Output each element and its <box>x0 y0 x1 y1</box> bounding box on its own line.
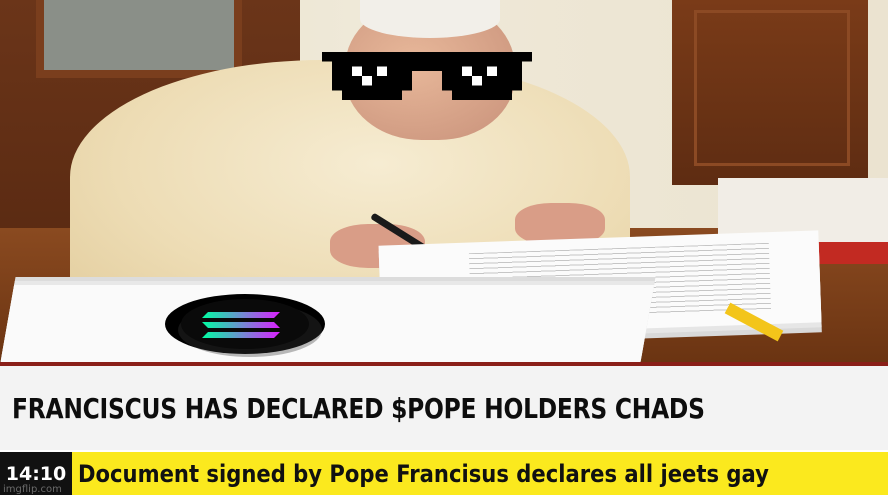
ticker-crawl: Document signed by Pope Francisus declar… <box>72 452 888 495</box>
door-window <box>36 0 242 78</box>
watermark: imgflip.com <box>3 484 62 495</box>
ticker-text: Document signed by Pope Francisus declar… <box>78 459 769 488</box>
pixel-sunglasses-icon <box>322 52 532 100</box>
background-photo <box>0 0 888 362</box>
solana-logo-icon <box>165 294 325 357</box>
zucchetto-cap <box>360 0 500 38</box>
door-panel <box>694 10 850 166</box>
headline-text: FRANCISCUS HAS DECLARED $POPE HOLDERS CH… <box>12 391 705 425</box>
paper-sheets <box>0 285 655 362</box>
news-headline-banner: FRANCISCUS HAS DECLARED $POPE HOLDERS CH… <box>0 366 888 450</box>
wooden-door-right <box>672 0 868 185</box>
